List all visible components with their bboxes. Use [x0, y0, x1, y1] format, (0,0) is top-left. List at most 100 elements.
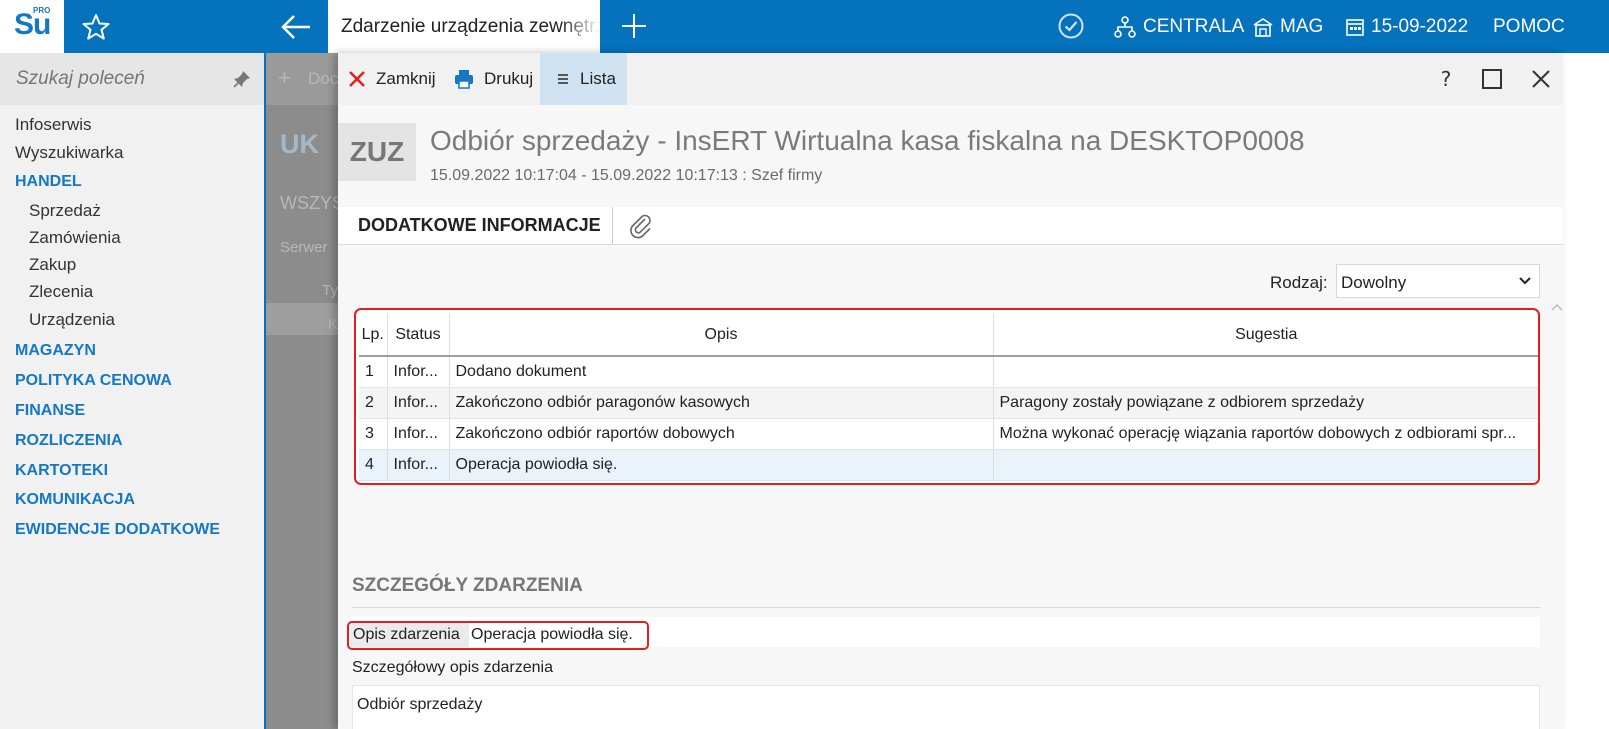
event-dialog: Zamknij Drukuj Lista ? ZUZ Odbiór sprzed… [338, 53, 1563, 729]
print-label: Drukuj [484, 69, 534, 88]
background-window: + Doc UK WSZYS Serwer Ty K [266, 53, 338, 729]
sidebar-item-sprzedaz[interactable]: Sprzedaż [29, 201, 101, 221]
help-label: POMOC [1493, 15, 1565, 37]
background-column: Ty [322, 282, 338, 299]
event-log-grid: Lp. Status Opis Sugestia 1 Infor... Doda… [354, 308, 1540, 485]
warehouse-selector[interactable]: MAG [1252, 0, 1323, 53]
sidebar-section-rozliczenia[interactable]: ROZLICZENIA [15, 432, 123, 450]
cell-lp: 1 [359, 356, 388, 388]
cell-sugestia [993, 356, 1538, 388]
star-icon[interactable] [79, 10, 113, 44]
sidebar-section-komunikacja[interactable]: KOMUNIKACJA [15, 491, 135, 509]
close-window-icon[interactable] [1528, 66, 1554, 92]
maximize-icon[interactable] [1479, 66, 1505, 92]
back-arrow-icon[interactable] [280, 12, 312, 42]
background-plus-icon: + [278, 65, 291, 90]
table-row-selected[interactable]: 4 Infor... Operacja powiodła się. [359, 449, 1538, 481]
sidebar-item-zakup[interactable]: Zakup [29, 255, 76, 275]
printer-icon [455, 70, 473, 89]
column-header-sugestia[interactable]: Sugestia [993, 314, 1538, 357]
warehouse-name: MAG [1280, 15, 1324, 37]
warehouse-icon [1253, 17, 1273, 37]
top-bar: Su PRO Zdarzenie urządzenia zewnętrznego… [0, 0, 1609, 53]
tab-bar: DODATKOWE INFORMACJE [338, 207, 1563, 245]
cell-status: Infor... [387, 449, 450, 481]
sidebar: Infoserwis Wyszukiwarka HANDEL Sprzedaż … [0, 53, 266, 729]
print-button[interactable]: Drukuj [454, 53, 533, 105]
type-select[interactable]: Dowolny [1336, 264, 1540, 298]
close-x-icon [349, 71, 365, 87]
cell-status: Infor... [387, 418, 450, 450]
list-label: Lista [580, 69, 616, 88]
cell-lp: 2 [359, 387, 388, 419]
paperclip-icon[interactable] [628, 213, 654, 239]
svg-text:?: ? [1441, 67, 1452, 91]
detailed-description-label: Szczegółowy opis zdarzenia [352, 659, 553, 676]
section-title-details: SZCZEGÓŁY ZDARZENIA [352, 575, 583, 596]
list-icon [558, 74, 568, 84]
list-button[interactable]: Lista [540, 53, 627, 105]
company-selector[interactable]: CENTRALA [1113, 0, 1244, 53]
background-tab: WSZYS [280, 193, 338, 213]
sidebar-item-infoserwis[interactable]: Infoserwis [15, 115, 92, 135]
sidebar-item-zlecenia[interactable]: Zlecenia [29, 282, 93, 302]
cell-opis: Operacja powiodła się. [449, 449, 994, 481]
sidebar-section-finanse[interactable]: FINANSE [15, 402, 85, 420]
search-input[interactable] [16, 68, 216, 90]
cell-sugestia: Paragony zostały powiązane z odbiorem sp… [993, 387, 1538, 419]
help-link[interactable]: POMOC [1493, 0, 1565, 53]
new-tab-plus-icon[interactable] [620, 12, 648, 40]
help-question-icon[interactable]: ? [1433, 66, 1459, 92]
type-select-value: Dowolny [1341, 273, 1407, 292]
background-code: UK [280, 129, 319, 159]
check-circle-icon[interactable] [1057, 12, 1085, 40]
column-header-opis[interactable]: Opis [449, 314, 994, 357]
column-header-status[interactable]: Status [387, 314, 450, 357]
scroll-up-icon[interactable] [1551, 303, 1563, 311]
column-header-lp[interactable]: Lp. [359, 314, 388, 357]
sidebar-section-magazyn[interactable]: MAGAZYN [15, 342, 96, 360]
pin-icon[interactable] [233, 70, 251, 88]
cell-opis: Zakończono odbiór raportów dobowych [449, 418, 994, 450]
event-description-highlight [347, 621, 649, 650]
table-row[interactable]: 1 Infor... Dodano dokument [359, 356, 1538, 388]
sidebar-section-kartoteki[interactable]: KARTOTEKI [15, 462, 108, 480]
cell-opis: Zakończono odbiór paragonów kasowych [449, 387, 994, 419]
cell-status: Infor... [387, 387, 450, 419]
app-logo[interactable]: Su PRO [0, 0, 64, 53]
page-subtitle: 15.09.2022 10:17:04 - 15.09.2022 10:17:1… [430, 167, 823, 184]
tab-event[interactable]: Zdarzenie urządzenia zewnętrznego [328, 0, 600, 53]
table-row[interactable]: 2 Infor... Zakończono odbiór paragonów k… [359, 387, 1538, 419]
sidebar-item-urzadzenia[interactable]: Urządzenia [29, 310, 115, 330]
page-title: Odbiór sprzedaży - InsERT Wirtualna kasa… [430, 125, 1305, 156]
table-row[interactable]: 3 Infor... Zakończono odbiór raportów do… [359, 418, 1538, 450]
sidebar-item-wyszukiwarka[interactable]: Wyszukiwarka [15, 143, 123, 163]
document-type-badge: ZUZ [338, 123, 416, 181]
grid-header-row: Lp. Status Opis Sugestia [359, 314, 1538, 357]
tab-additional-info[interactable]: DODATKOWE INFORMACJE [347, 207, 613, 244]
dialog-toolbar: Zamknij Drukuj Lista ? [338, 53, 1563, 105]
current-date: 15-09-2022 [1371, 15, 1469, 37]
cell-opis: Dodano dokument [449, 356, 994, 388]
close-button[interactable]: Zamknij [348, 53, 444, 105]
close-label: Zamknij [376, 69, 436, 88]
chevron-down-icon [1519, 277, 1531, 285]
background-row-label: K [328, 316, 338, 333]
cell-lp: 4 [359, 449, 388, 481]
cell-sugestia [993, 449, 1538, 481]
date-selector[interactable]: 15-09-2022 [1345, 0, 1468, 53]
logo-sup: PRO [33, 6, 51, 15]
network-icon [1114, 15, 1136, 38]
command-search [0, 53, 264, 105]
background-add-label: Doc [308, 69, 338, 88]
sidebar-section-polityka-cenowa[interactable]: POLITYKA CENOWA [15, 372, 172, 390]
sidebar-item-zamowienia[interactable]: Zamówienia [29, 228, 121, 248]
sidebar-section-ewidencje-dodatkowe[interactable]: EWIDENCJE DODATKOWE [15, 521, 220, 539]
filter-label: Rodzaj: [1270, 273, 1328, 292]
detailed-description-field[interactable]: Odbiór sprzedaży [352, 685, 1540, 729]
tab-content: Rodzaj: Dowolny Lp. Status Opis Sugestia [338, 245, 1563, 729]
sidebar-section-handel[interactable]: HANDEL [15, 173, 82, 191]
cell-lp: 3 [359, 418, 388, 450]
calendar-icon [1346, 18, 1364, 36]
section-divider [352, 607, 1540, 608]
